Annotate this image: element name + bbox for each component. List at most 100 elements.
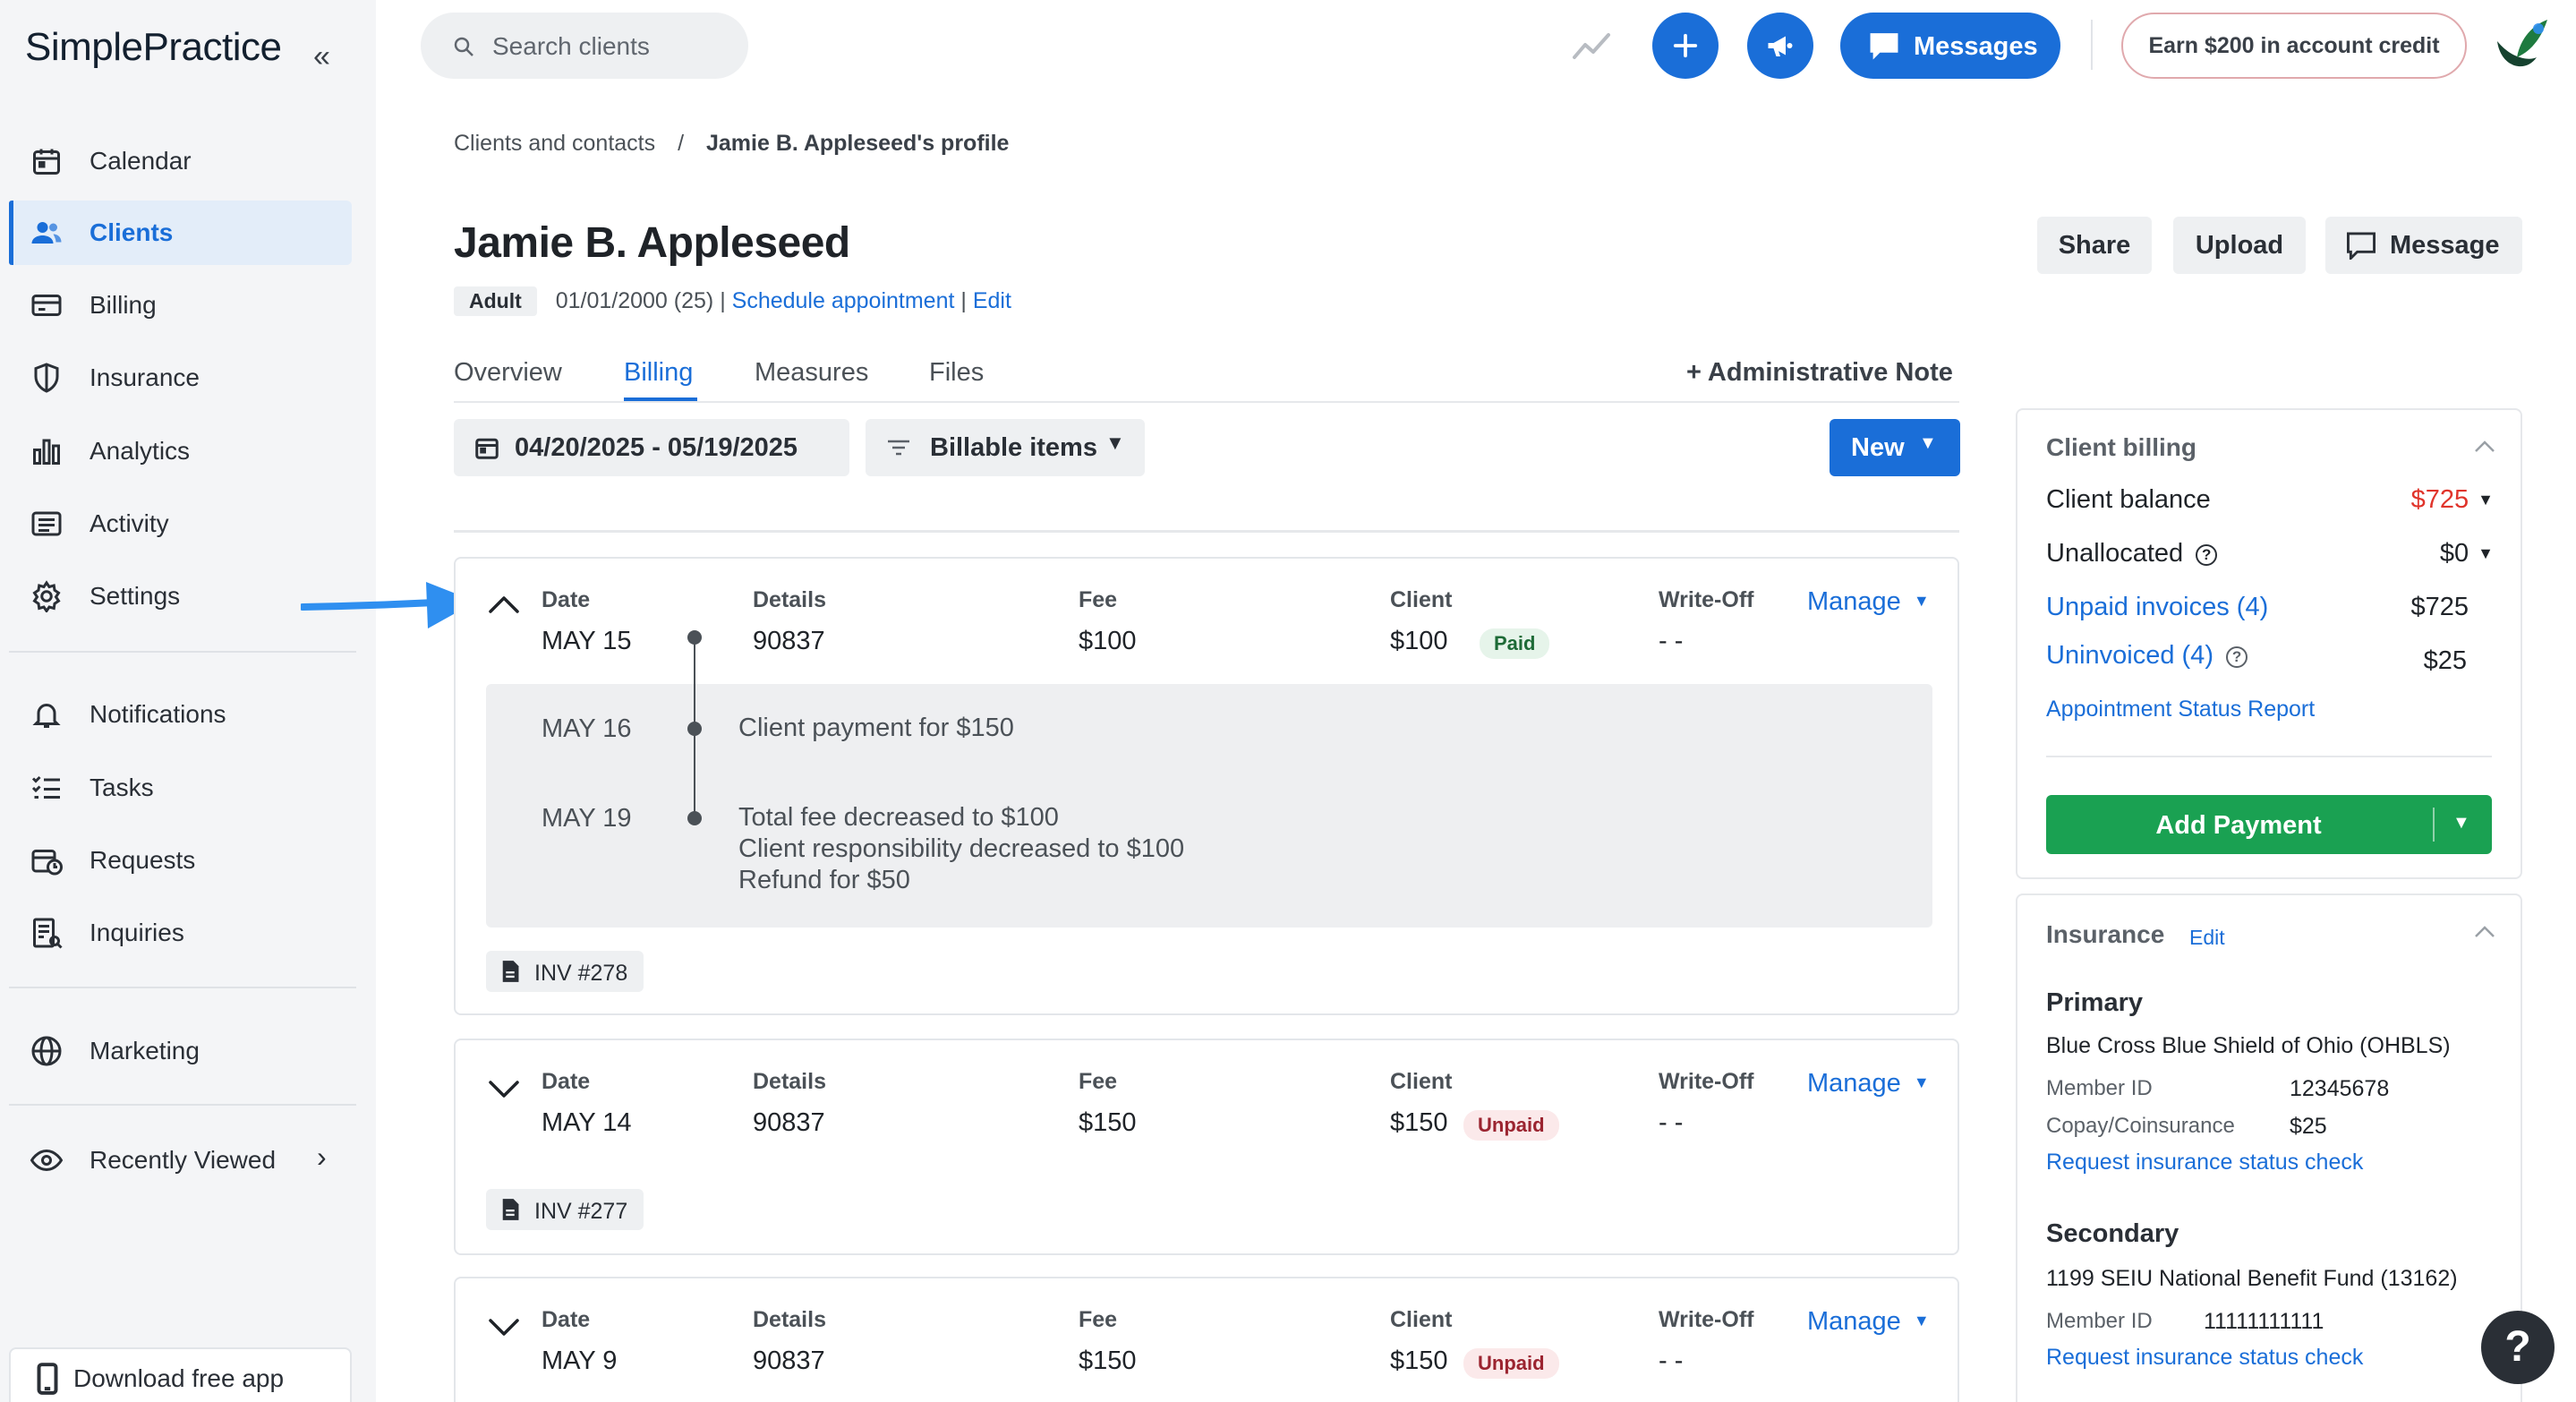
primary-status-check-link[interactable]: Request insurance status check	[2046, 1150, 2363, 1175]
add-payment-label: Add Payment	[2155, 811, 2322, 840]
chevron-down-icon[interactable]	[488, 1080, 520, 1099]
invoice-number: INV #277	[534, 1199, 628, 1224]
sidebar-item-inquiries[interactable]: Inquiries	[9, 901, 352, 965]
column-date: Date	[542, 587, 591, 612]
help-button[interactable]: ?	[2481, 1311, 2555, 1384]
billable-items-filter[interactable]: Billable items ▼	[866, 419, 1145, 476]
secondary-status-check-link[interactable]: Request insurance status check	[2046, 1345, 2363, 1371]
uninvoiced-link[interactable]: Uninvoiced (4)	[2046, 641, 2213, 670]
tab-files[interactable]: Files	[929, 358, 984, 388]
client-balance-row: Client balance $725 ▼	[2046, 485, 2494, 515]
manage-dropdown[interactable]: Manage ▼	[1807, 587, 1930, 617]
collapse-sidebar-icon[interactable]: «	[313, 39, 330, 74]
calendar-icon	[33, 149, 60, 175]
row-client-amount: $100	[1390, 627, 1448, 655]
trend-icon[interactable]	[1572, 30, 1611, 61]
schedule-appointment-link[interactable]: Schedule appointment	[732, 288, 955, 313]
sidebar-item-label: Analytics	[90, 437, 191, 465]
shield-icon	[34, 363, 59, 393]
sidebar-item-analytics[interactable]: Analytics	[9, 419, 352, 483]
sidebar-item-calendar[interactable]: Calendar	[9, 129, 352, 193]
sidebar-item-insurance[interactable]: Insurance	[9, 346, 352, 410]
invoice-link[interactable]: INV #278	[486, 951, 644, 992]
unallocated-dropdown[interactable]: $0 ▼	[2440, 539, 2494, 568]
client-billing-title: Client billing	[2046, 433, 2196, 461]
chevron-up-icon[interactable]	[2474, 440, 2495, 453]
tab-billing[interactable]: Billing	[624, 358, 693, 388]
sidebar-item-clients[interactable]: Clients	[9, 201, 352, 265]
uninvoiced-value: $25	[2423, 646, 2467, 675]
row-details: 90837	[753, 1108, 825, 1137]
billing-item-card: Date Details Fee Client Write-Off Manage…	[454, 1039, 1959, 1255]
sidebar-item-tasks[interactable]: Tasks	[9, 756, 352, 820]
tab-measures[interactable]: Measures	[755, 358, 868, 388]
quick-add-button[interactable]	[1652, 13, 1719, 79]
insurance-edit-link[interactable]: Edit	[2189, 926, 2225, 950]
column-fee: Fee	[1079, 1307, 1118, 1332]
announcements-button[interactable]	[1747, 13, 1813, 79]
messages-button[interactable]: Messages	[1840, 13, 2060, 79]
add-administrative-note-button[interactable]: + Administrative Note	[1686, 358, 1953, 388]
unpaid-invoices-row: Unpaid invoices (4) $725	[2046, 593, 2494, 622]
upload-button[interactable]: Upload	[2173, 217, 2306, 274]
client-meta: Adult 01/01/2000 (25) | Schedule appoint…	[454, 286, 1011, 316]
sidebar-item-marketing[interactable]: Marketing	[9, 1019, 352, 1083]
app-logo[interactable]: SimplePractice	[25, 25, 282, 70]
chat-bubble-icon	[1870, 33, 1898, 60]
invoice-number: INV #278	[534, 961, 628, 986]
sidebar-item-notifications[interactable]: Notifications	[9, 682, 352, 747]
history-text: Client payment for $150	[738, 713, 1014, 744]
uninvoiced-row: Uninvoiced (4) ? $25	[2046, 641, 2494, 675]
primary-insurer-name: Blue Cross Blue Shield of Ohio (OHBLS)	[2046, 1033, 2451, 1058]
chevron-down-icon[interactable]	[488, 1318, 520, 1338]
user-avatar-logo-icon[interactable]	[2490, 14, 2553, 77]
bell-icon	[32, 704, 61, 728]
request-icon	[31, 850, 63, 876]
caret-down-icon: ▼	[2478, 544, 2494, 562]
help-circle-icon[interactable]: ?	[2196, 544, 2218, 566]
share-button[interactable]: Share	[2037, 217, 2152, 274]
search-input[interactable]: Search clients	[492, 32, 650, 61]
download-app-button[interactable]: Download free app	[9, 1347, 352, 1402]
sidebar-divider	[9, 651, 356, 653]
sidebar-item-billing[interactable]: Billing	[9, 273, 352, 338]
add-payment-dropdown-caret-icon[interactable]: ▼	[2452, 813, 2470, 834]
caret-down-icon: ▼	[1105, 432, 1125, 454]
edit-client-link[interactable]: Edit	[973, 288, 1011, 313]
add-payment-button[interactable]: Add Payment ▼	[2046, 795, 2492, 854]
invoice-link[interactable]: INV #277	[486, 1189, 644, 1230]
client-balance-dropdown[interactable]: $725 ▼	[2411, 485, 2494, 515]
help-circle-icon[interactable]: ?	[2226, 646, 2248, 668]
caret-down-icon: ▼	[1913, 1312, 1930, 1329]
sidebar-item-requests[interactable]: Requests	[9, 828, 352, 893]
active-tab-indicator	[624, 398, 697, 401]
breadcrumb-separator: /	[678, 131, 685, 156]
globe-icon	[31, 1036, 62, 1066]
history-line: Client responsibility decreased to $100	[738, 834, 1185, 863]
chevron-up-icon[interactable]	[488, 594, 520, 614]
client-billing-panel: Client billing Client balance $725 ▼ Unal…	[2016, 408, 2522, 879]
new-button[interactable]: New ▼	[1830, 419, 1960, 476]
sidebar-item-recently-viewed[interactable]: Recently Viewed ›	[9, 1128, 352, 1193]
credit-card-icon	[31, 295, 62, 316]
unpaid-invoices-link[interactable]: Unpaid invoices (4)	[2046, 593, 2268, 621]
earn-credit-button[interactable]: Earn $200 in account credit	[2121, 13, 2467, 79]
tab-overview[interactable]: Overview	[454, 358, 562, 388]
manage-label: Manage	[1807, 1069, 1901, 1098]
secondary-insurance-heading: Secondary	[2046, 1219, 2179, 1248]
split-divider	[2433, 808, 2435, 842]
search-bar[interactable]: Search clients	[421, 13, 748, 79]
sidebar-item-activity[interactable]: Activity	[9, 492, 352, 556]
message-button[interactable]: Message	[2325, 217, 2522, 274]
panel-divider	[2046, 756, 2492, 757]
manage-dropdown[interactable]: Manage ▼	[1807, 1307, 1930, 1337]
appointment-status-report-link[interactable]: Appointment Status Report	[2046, 697, 2315, 722]
sidebar-item-label: Requests	[90, 846, 196, 874]
unallocated-value: $0	[2439, 539, 2469, 568]
breadcrumb-parent[interactable]: Clients and contacts	[454, 131, 655, 156]
manage-dropdown[interactable]: Manage ▼	[1807, 1069, 1930, 1099]
sidebar-item-label: Inquiries	[90, 919, 184, 946]
chevron-up-icon[interactable]	[2474, 926, 2495, 938]
row-date: MAY 9	[542, 1346, 618, 1375]
date-range-filter[interactable]: 04/20/2025 - 05/19/2025	[454, 419, 849, 476]
